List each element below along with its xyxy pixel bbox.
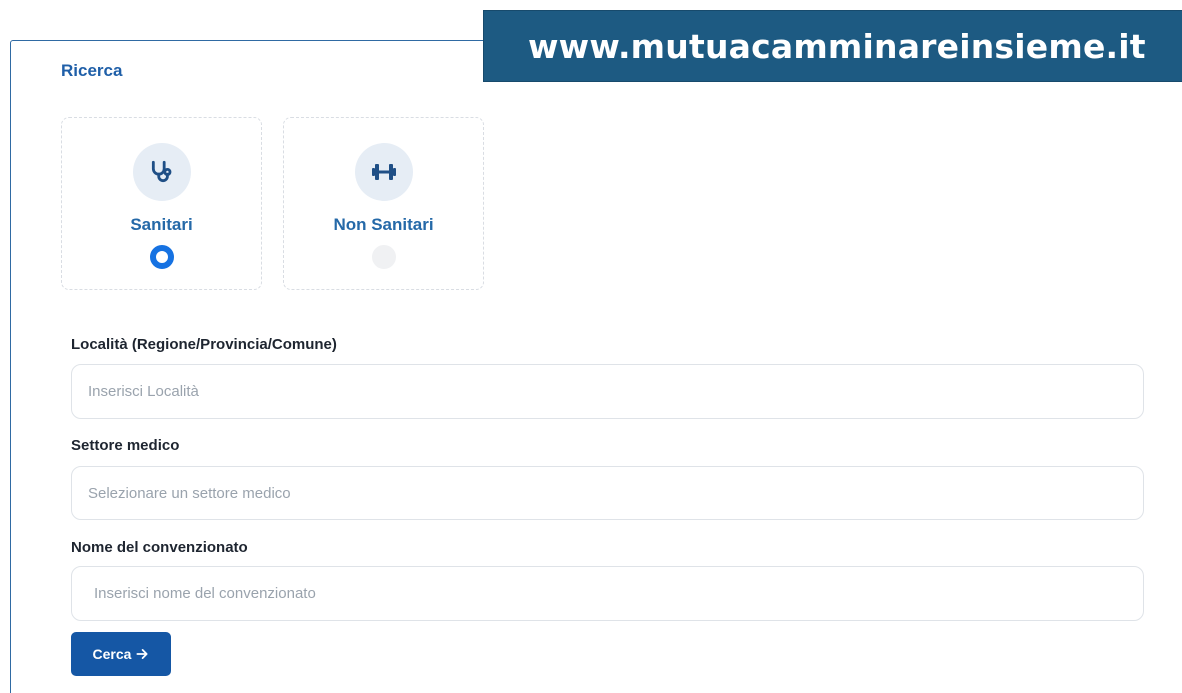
- sector-label: Settore medico: [71, 437, 180, 454]
- stethoscope-icon: [151, 160, 171, 183]
- category-radio-sanitari[interactable]: [149, 245, 174, 269]
- stethoscope-icon-circle: [132, 143, 191, 201]
- category-card-sanitari[interactable]: Sanitari: [61, 117, 262, 290]
- page: www.mutuacamminareinsieme.it Ricerca San…: [0, 0, 1182, 693]
- category-radio-non-sanitari[interactable]: [371, 245, 396, 269]
- category-label-sanitari: Sanitari: [130, 215, 193, 234]
- dumbbell-icon-circle: [354, 143, 413, 201]
- url-banner: www.mutuacamminareinsieme.it: [484, 11, 1182, 81]
- section-title: Ricerca: [61, 61, 123, 80]
- category-card-non-sanitari[interactable]: Non Sanitari: [283, 117, 484, 290]
- search-button-label: Cerca: [92, 646, 132, 662]
- provider-label: Nome del convenzionato: [71, 539, 248, 556]
- sector-select[interactable]: Selezionare un settore medico: [71, 466, 1144, 520]
- search-button[interactable]: Cerca: [71, 632, 171, 676]
- arrow-right-icon: [136, 649, 148, 659]
- url-banner-text: www.mutuacamminareinsieme.it: [528, 26, 1146, 66]
- location-input[interactable]: [71, 364, 1144, 419]
- sector-select-placeholder: Selezionare un settore medico: [88, 484, 291, 502]
- category-label-non-sanitari: Non Sanitari: [333, 215, 434, 234]
- location-label: Località (Regione/Provincia/Comune): [71, 336, 337, 353]
- provider-input[interactable]: [71, 566, 1144, 621]
- dumbbell-icon: [371, 164, 396, 180]
